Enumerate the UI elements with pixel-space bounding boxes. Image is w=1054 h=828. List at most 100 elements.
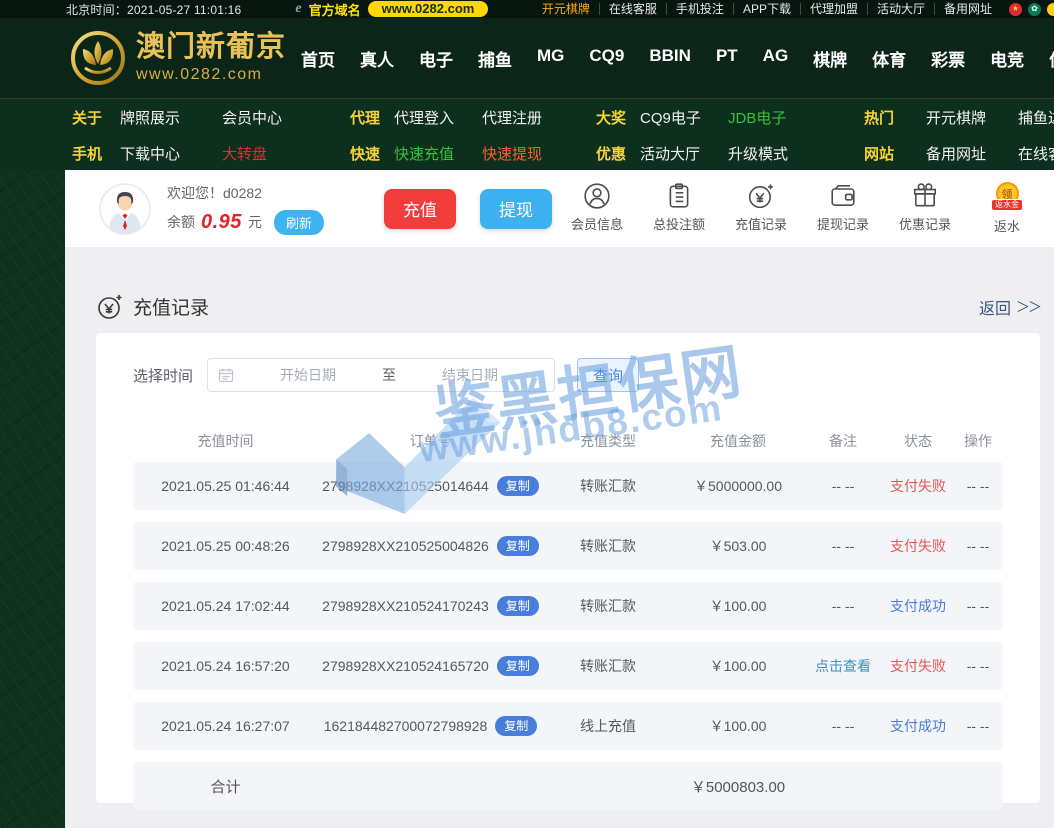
subnav-link[interactable]: CQ9电子 [640,107,728,128]
subnav-link-wheel[interactable]: 大转盘 [222,143,324,164]
back-link[interactable]: 返回 ＞＞ [978,295,1042,319]
cell-time: 2021.05.24 17:02:44 [161,598,290,614]
nav-live[interactable]: 真人 [360,46,394,71]
search-button[interactable]: 查询 [577,358,640,392]
nav-cq9[interactable]: CQ9 [589,46,624,71]
table-header: 充值时间 订单号 充值类型 充值金额 备注 状态 操作 [133,419,1003,462]
subnav-link[interactable]: 牌照展示 [120,107,222,128]
end-date-placeholder: 结束日期 [442,367,499,383]
topbar-link-activity[interactable]: 活动大厅 [868,3,935,15]
subnav-link-quick-withdraw[interactable]: 快速提现 [482,143,570,164]
subnav-link[interactable]: 在线客服 [1018,143,1054,164]
cell-type: 转账汇款 [580,478,636,494]
quick-menu: 会员信息 总投注额 充值记录 提现记录 优惠记录 领 返水金 返水 [568,182,1036,235]
extra-flag-icon[interactable] [1047,2,1054,16]
clipboard-icon [669,183,689,208]
domain-pill[interactable]: www.0282.com [367,1,489,17]
quick-total-bets[interactable]: 总投注额 [650,182,708,235]
quick-label: 充值记录 [734,217,787,232]
quick-member-info[interactable]: 会员信息 [568,182,626,235]
time-label: 北京时间： [66,2,128,17]
nav-lottery[interactable]: 彩票 [931,46,965,71]
subnav-link[interactable]: 代理注册 [482,107,570,128]
topbar-link-kaiyuan[interactable]: 开元棋牌 [533,3,600,15]
cell-type: 转账汇款 [580,598,636,614]
back-label: 返回 [978,300,1011,318]
quick-withdraw-records[interactable]: 提现记录 [814,182,872,235]
cell-action: -- -- [966,478,990,494]
cell-amount: ￥503.00 [709,538,767,554]
topbar-link-agent[interactable]: 代理加盟 [801,3,868,15]
quick-rebate[interactable]: 领 返水金 返水 [978,182,1036,235]
cell-type: 线上充值 [580,718,636,734]
user-info: 欢迎您！d0282 余额 0.95 元 刷新 [167,183,324,235]
page: 北京时间：2021-05-27 11:01:16 官方域名 www.0282.c… [0,0,1054,828]
table-row: 2021.05.24 17:02:44 2798928XX21052417024… [133,582,1003,630]
subnav-link[interactable]: 开元棋牌 [926,107,1018,128]
subnav-link[interactable]: 活动大厅 [640,143,728,164]
status-badge: 支付失败 [890,478,946,494]
cell-order: 162184482700072798928 复制 [318,716,543,736]
language-flags [1009,2,1054,16]
records-card: 选择时间 开始日期 至 结束日期 查询 充值时间 订单号 充值类型 充值金额 备… [96,333,1040,810]
nav-pt[interactable]: PT [716,46,738,71]
nav-bbin[interactable]: BBIN [649,46,691,71]
subnav-link-jdb[interactable]: JDB电子 [728,107,816,128]
china-flag-icon[interactable] [1009,2,1022,16]
topbar-link-app[interactable]: APP下载 [734,3,801,15]
status-badge: 支付失败 [890,538,946,554]
topbar-link-service[interactable]: 在线客服 [600,3,667,15]
nav-chess[interactable]: 棋牌 [813,46,847,71]
currency-label: 元 [247,214,262,230]
copy-button[interactable]: 复制 [496,536,539,556]
subnav-group-jackpot: 大奖 CQ9电子 JDB电子 优惠 活动大厅 升级模式 [596,99,816,170]
table-row: 2021.05.25 00:48:26 2798928XX21052500482… [133,522,1003,570]
cell-note: -- -- [831,538,855,554]
content-area: 充值记录 返回 ＞＞ 选择时间 开始日期 至 结束日期 查询 充值时间 订单号 … [65,247,1054,828]
refresh-button[interactable]: 刷新 [273,209,324,235]
subnav-link-quick-deposit[interactable]: 快速充值 [394,143,482,164]
quick-promo-records[interactable]: 优惠记录 [896,182,954,235]
table-row: 2021.05.25 01:46:44 2798928XX21052501464… [133,462,1003,510]
copy-button[interactable]: 复制 [495,716,538,736]
date-to-label: 至 [382,367,397,383]
macau-flag-icon[interactable] [1028,2,1041,16]
view-note-link[interactable]: 点击查看 [803,656,883,676]
subnav-link[interactable]: 代理登入 [394,107,482,128]
nav-mg[interactable]: MG [537,46,564,71]
filter-row: 选择时间 开始日期 至 结束日期 查询 [133,358,1003,392]
table-row: 2021.05.24 16:57:20 2798928XX21052416572… [133,642,1003,690]
yen-plus-icon [748,184,773,209]
copy-button[interactable]: 复制 [496,656,539,676]
top-bar: 北京时间：2021-05-27 11:01:16 官方域名 www.0282.c… [0,0,1054,18]
nav-home[interactable]: 首页 [301,46,335,71]
quick-recharge-records[interactable]: 充值记录 [732,182,790,235]
subnav-link[interactable]: 备用网址 [926,143,1018,164]
topbar-link-backup[interactable]: 备用网址 [935,3,1001,15]
recharge-button[interactable]: 充值 [383,188,456,229]
subnav-link[interactable]: 捕鱼达人 [1018,107,1054,128]
order-number: 2798928XX210524170243 [322,598,489,614]
col-type: 充值类型 [580,432,636,449]
subnav-link[interactable]: 升级模式 [728,143,816,164]
nav-fishing[interactable]: 捕鱼 [478,46,512,71]
subnav-link[interactable]: 会员中心 [222,107,324,128]
cell-action: -- -- [966,658,990,674]
table-total-row: 合计 ￥5000803.00 [133,762,1003,810]
nav-esports[interactable]: 电竞 [990,46,1024,71]
subnav-link[interactable]: 下载中心 [120,143,222,164]
nav-sports[interactable]: 体育 [872,46,906,71]
topbar-link-mobile[interactable]: 手机投注 [667,3,734,15]
calendar-icon [218,368,234,383]
cell-note: -- -- [831,598,855,614]
nav-promo[interactable]: 优惠 [1049,46,1054,71]
order-number: 162184482700072798928 [323,718,488,734]
copy-button[interactable]: 复制 [496,596,539,616]
nav-slots[interactable]: 电子 [419,46,453,71]
withdraw-button[interactable]: 提现 [479,188,552,229]
table-row: 2021.05.24 16:27:07 16218448270007279892… [133,702,1003,750]
subnav-label: 关于 [72,109,103,127]
date-range-input[interactable]: 开始日期 至 结束日期 [207,358,556,392]
copy-button[interactable]: 复制 [496,476,539,496]
nav-ag[interactable]: AG [763,46,789,71]
